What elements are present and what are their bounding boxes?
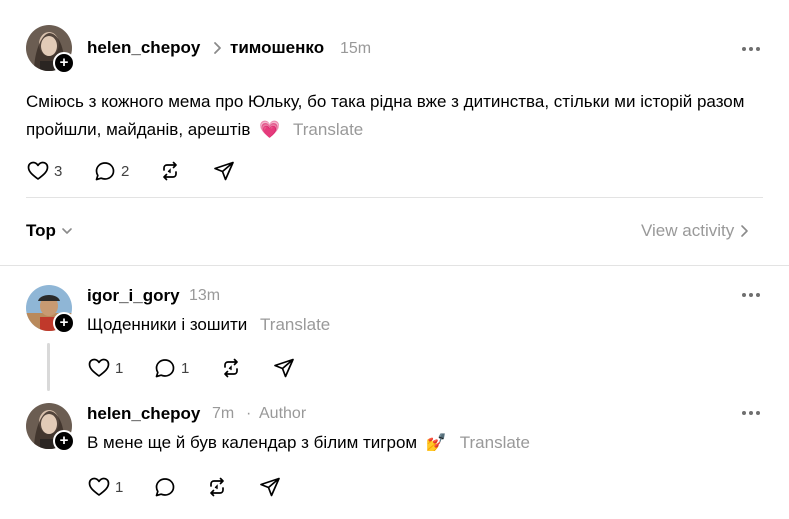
repost-icon — [224, 358, 238, 378]
follow-plus-icon[interactable]: + — [53, 312, 75, 334]
sort-dropdown[interactable]: Top — [26, 221, 74, 241]
comment-icon — [155, 478, 175, 497]
thread-page: + helen_chepoy тимошенко 15m Сміюсь з ко… — [0, 0, 789, 519]
divider — [26, 197, 763, 198]
post-text-block: Сміюсь з кожного мема про Юльку, бо така… — [26, 88, 771, 144]
post-share-button[interactable] — [212, 158, 236, 184]
reply-reply-button[interactable] — [153, 474, 177, 500]
post-author-name[interactable]: helen_chepoy — [87, 38, 200, 58]
reply-author-avatar[interactable]: + — [26, 403, 75, 452]
author-badge: Author — [259, 405, 307, 422]
sort-label: Top — [26, 221, 56, 240]
reply-target-name[interactable]: тимошенко — [230, 38, 324, 58]
comment-like-button[interactable]: 1 — [87, 355, 123, 381]
comment-reply-button[interactable]: 1 — [153, 355, 189, 381]
comment-text-block: Щоденники і зошити Translate — [87, 311, 330, 339]
comment-more-icon[interactable] — [742, 292, 762, 298]
reply-like-count: 1 — [115, 478, 124, 496]
comment-text: Щоденники і зошити — [87, 315, 248, 334]
send-icon — [274, 358, 294, 378]
divider — [0, 265, 789, 266]
post-like-button[interactable]: 3 — [26, 158, 62, 184]
comment-like-count: 1 — [115, 359, 124, 377]
reply-more-icon[interactable] — [742, 410, 762, 416]
post-reply-button[interactable]: 2 — [93, 158, 129, 184]
post-author-avatar[interactable]: + — [26, 25, 75, 74]
post-like-count: 3 — [54, 162, 63, 180]
reply-translate-link[interactable]: Translate — [460, 433, 530, 452]
reply-text: В мене ще й був календар з білим тигром — [87, 433, 418, 452]
repost-icon — [163, 161, 177, 181]
comment-icon — [95, 162, 115, 181]
view-activity-link[interactable]: View activity — [641, 221, 750, 241]
post-timestamp[interactable]: 15m — [340, 40, 371, 58]
chevron-right-icon — [213, 40, 223, 56]
separator-dot: · — [246, 405, 252, 422]
post-reply-count: 2 — [121, 162, 130, 180]
comment-reply-count: 1 — [181, 359, 190, 377]
reply-timestamp[interactable]: 7m — [212, 405, 234, 423]
reply-share-button[interactable] — [258, 474, 282, 500]
thread-line — [47, 343, 50, 391]
post-repost-button[interactable] — [158, 158, 182, 184]
view-activity-label: View activity — [641, 221, 735, 240]
heart-icon — [88, 358, 110, 377]
reply-author-name[interactable]: helen_chepoy — [87, 404, 200, 424]
comment-icon — [155, 359, 175, 378]
comment-translate-link[interactable]: Translate — [260, 315, 330, 334]
follow-plus-icon[interactable]: + — [53, 52, 75, 74]
comment-author-name[interactable]: igor_i_gory — [87, 286, 180, 306]
post-translate-link[interactable]: Translate — [293, 120, 363, 139]
comment-share-button[interactable] — [272, 355, 296, 381]
send-icon — [214, 161, 234, 181]
chevron-right-icon — [741, 225, 749, 237]
post-text: Сміюсь з кожного мема про Юльку, бо така… — [26, 92, 745, 139]
heart-emoji: 💗 — [259, 120, 281, 139]
comment-repost-button[interactable] — [219, 355, 243, 381]
nail-polish-emoji: 💅 — [425, 433, 448, 452]
reply-like-button[interactable]: 1 — [87, 474, 123, 500]
send-icon — [260, 477, 280, 497]
reply-text-block: В мене ще й був календар з білим тигром … — [87, 429, 530, 457]
comment-timestamp[interactable]: 13m — [189, 287, 220, 305]
chevron-down-icon — [62, 228, 72, 234]
reply-repost-button[interactable] — [205, 474, 229, 500]
comment-author-avatar[interactable]: + — [26, 285, 75, 334]
repost-icon — [210, 477, 224, 497]
heart-icon — [88, 477, 110, 496]
post-more-icon[interactable] — [742, 46, 762, 52]
heart-icon — [27, 161, 49, 180]
follow-plus-icon[interactable]: + — [53, 430, 75, 452]
